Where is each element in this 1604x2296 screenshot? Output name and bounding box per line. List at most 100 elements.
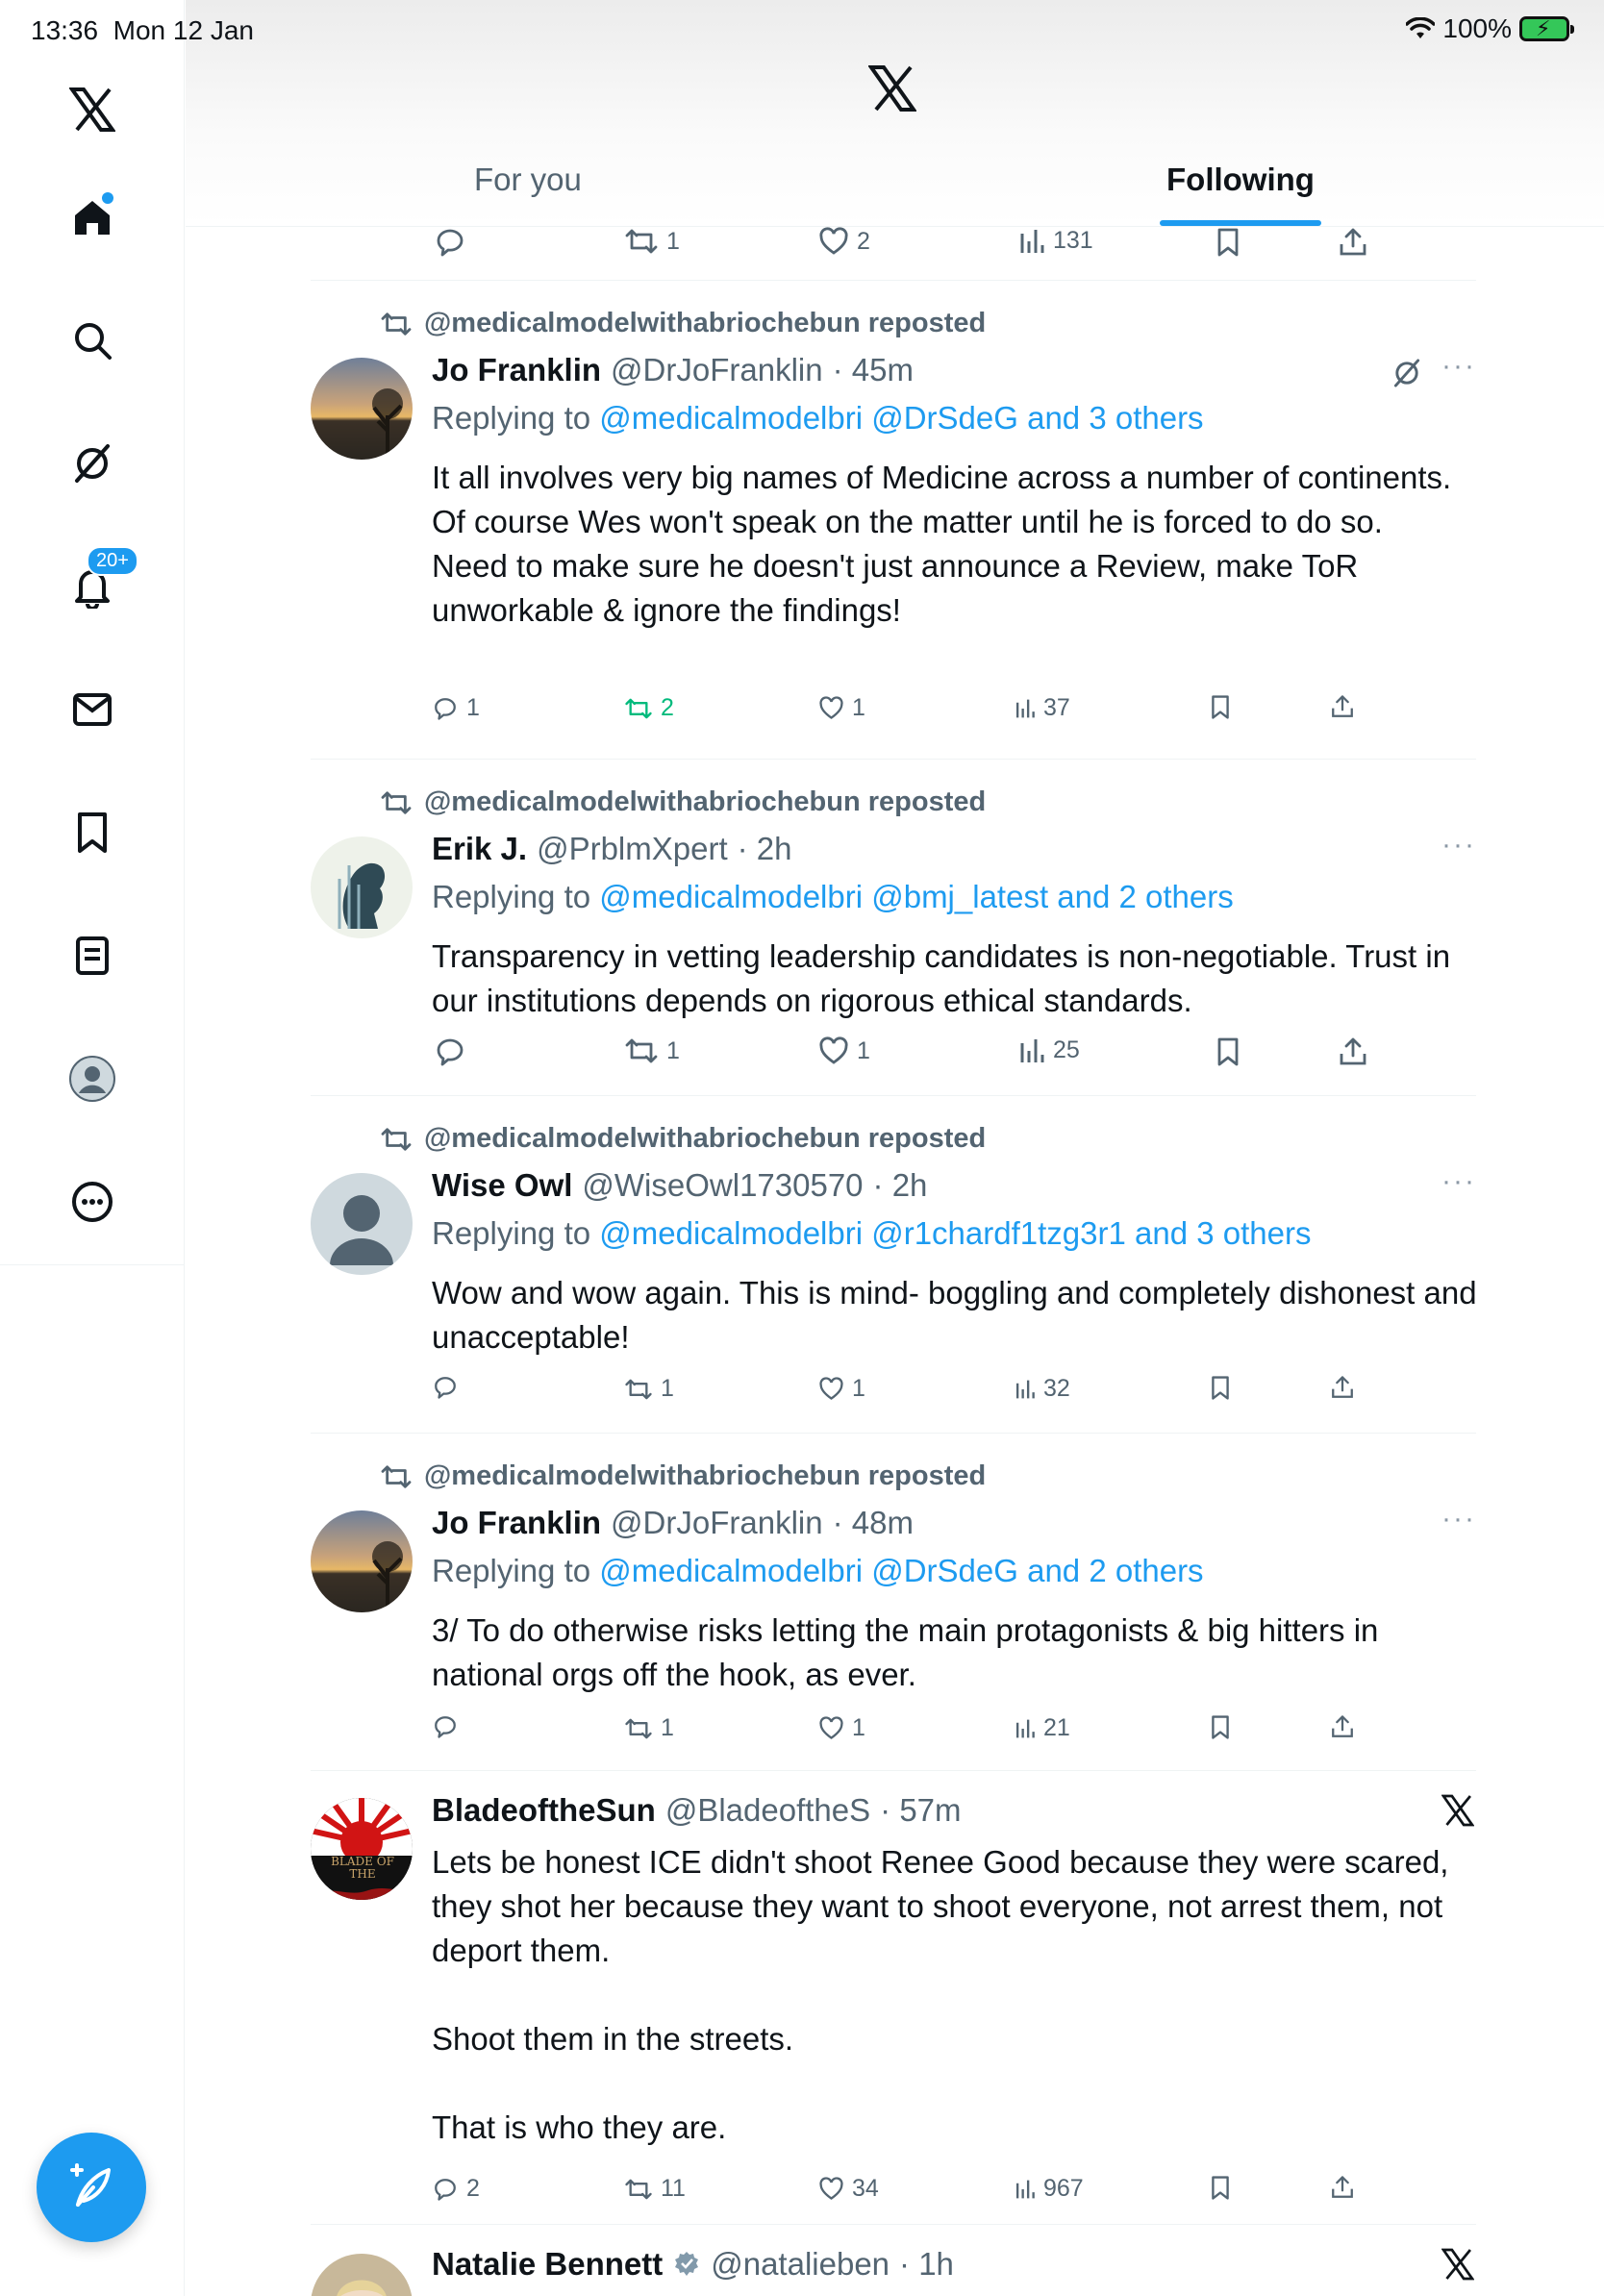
post-card[interactable]: @medicalmodelwithabriochebun reposted Wi… — [311, 1096, 1477, 1434]
post-time[interactable]: · 1h — [899, 2246, 954, 2283]
compose-button[interactable] — [37, 2133, 146, 2242]
post-time[interactable]: · 48m — [833, 1505, 914, 1541]
post-card[interactable]: @medicalmodelwithabriochebun reposted Er… — [311, 760, 1476, 1096]
repost-button[interactable]: 11 — [624, 2175, 686, 2203]
avatar[interactable] — [311, 836, 413, 938]
avatar[interactable] — [311, 2254, 413, 2296]
bookmark-button[interactable] — [1209, 1375, 1232, 1401]
post-actions: 1 1 25 — [311, 1036, 1476, 1075]
like-button[interactable]: 1 — [818, 1375, 865, 1403]
reply-button[interactable] — [432, 1375, 459, 1400]
avatar[interactable] — [311, 1510, 413, 1612]
reply-to-link[interactable]: @medicalmodelbri @bmj_latest and 2 other… — [599, 879, 1233, 914]
status-time: 13:36 Mon 12 Jan — [31, 15, 254, 45]
reply-to-link[interactable]: @medicalmodelbri @DrSdeG and 3 others — [599, 400, 1203, 436]
avatar[interactable] — [311, 1173, 413, 1275]
bookmark-icon — [1212, 1376, 1229, 1400]
author-name[interactable]: Jo Franklin — [432, 352, 601, 388]
post-time[interactable]: · 2h — [738, 831, 792, 867]
share-button[interactable] — [1338, 1036, 1368, 1067]
grok-icon[interactable] — [1391, 358, 1422, 393]
reply-button[interactable] — [434, 227, 466, 258]
profile-icon[interactable] — [58, 1044, 127, 1113]
reply-button[interactable] — [432, 1714, 459, 1739]
like-button[interactable]: 1 — [818, 1036, 870, 1065]
reply-button[interactable] — [434, 1036, 466, 1067]
tab-for-you[interactable]: For you — [474, 162, 582, 198]
share-button[interactable] — [1330, 2175, 1355, 2200]
reply-to-link[interactable]: @medicalmodelbri @DrSdeG and 2 others — [599, 1553, 1203, 1588]
search-icon[interactable] — [58, 306, 127, 375]
post-time[interactable]: · 57m — [880, 1792, 961, 1829]
reply-to-link[interactable]: @medicalmodelbri @r1chardf1tzg3r1 and 3 … — [599, 1215, 1311, 1251]
post-card[interactable]: BLADE OF THE BladeoftheSun @BladeoftheS … — [311, 1771, 1476, 2225]
bookmarks-icon[interactable] — [58, 798, 127, 867]
home-icon[interactable] — [58, 183, 127, 252]
views-button[interactable]: 32 — [1015, 1375, 1070, 1403]
avatar[interactable]: BLADE OF THE — [311, 1798, 413, 1900]
views-button[interactable]: 131 — [1018, 227, 1093, 255]
bookmark-button[interactable] — [1209, 1714, 1232, 1740]
repost-button[interactable]: 1 — [624, 1375, 674, 1403]
like-button[interactable]: 34 — [818, 2175, 879, 2203]
like-button[interactable]: 2 — [818, 227, 870, 256]
repost-button[interactable]: 2 — [624, 694, 674, 722]
reply-button[interactable]: 2 — [432, 2175, 480, 2203]
share-button[interactable] — [1330, 1714, 1355, 1739]
post-time[interactable]: · 45m — [833, 352, 914, 388]
messages-icon[interactable] — [58, 675, 127, 744]
more-options-icon[interactable]: ··· — [1441, 829, 1476, 861]
x-logo-icon[interactable] — [58, 75, 127, 144]
x-logo-icon[interactable] — [1441, 2248, 1475, 2285]
post-header: Jo Franklin @DrJoFranklin · 48m — [432, 1505, 914, 1541]
post-card[interactable]: @medicalmodelwithabriochebun reposted Jo… — [311, 281, 1476, 760]
reply-icon — [437, 1038, 464, 1066]
tab-following[interactable]: Following — [1166, 162, 1315, 198]
views-button[interactable]: 967 — [1015, 2175, 1084, 2203]
views-button[interactable]: 25 — [1018, 1036, 1080, 1064]
views-button[interactable]: 21 — [1015, 1714, 1070, 1742]
share-button[interactable] — [1330, 694, 1355, 719]
author-handle[interactable]: @WiseOwl1730570 — [582, 1167, 863, 1204]
bookmark-button[interactable] — [1209, 694, 1232, 720]
x-logo-icon[interactable] — [867, 65, 917, 116]
more-options-icon[interactable]: ··· — [1441, 1503, 1476, 1535]
post-text: Wow and wow again. This is mind- bogglin… — [432, 1275, 1486, 1355]
author-handle[interactable]: @DrJoFranklin — [611, 1505, 823, 1541]
author-handle[interactable]: @DrJoFranklin — [611, 352, 823, 388]
author-name[interactable]: BladeoftheSun — [432, 1792, 656, 1829]
repost-button[interactable]: 1 — [624, 1036, 680, 1065]
reply-button[interactable]: 1 — [432, 694, 480, 722]
post-card[interactable]: @medicalmodelwithabriochebun reposted Jo… — [311, 1434, 1476, 1771]
repost-button[interactable]: 1 — [624, 227, 680, 256]
more-options-icon[interactable]: ··· — [1441, 1165, 1476, 1198]
more-icon[interactable] — [58, 1167, 127, 1236]
notifications-badge: 20+ — [87, 546, 138, 576]
more-options-icon[interactable]: ··· — [1441, 350, 1476, 383]
views-button[interactable]: 37 — [1015, 694, 1070, 722]
author-name[interactable]: Erik J. — [432, 831, 527, 867]
author-handle[interactable]: @natalieben — [711, 2246, 890, 2283]
bookmark-button[interactable] — [1209, 2175, 1232, 2201]
lists-icon[interactable] — [58, 921, 127, 990]
share-icon — [1340, 228, 1366, 256]
share-button[interactable] — [1338, 227, 1368, 258]
bookmark-button[interactable] — [1215, 1036, 1241, 1067]
author-handle[interactable]: @BladeoftheS — [665, 1792, 870, 1829]
like-button[interactable]: 1 — [818, 1714, 865, 1742]
post-card[interactable]: Natalie Bennett @natalieben · 1h — [311, 2225, 1476, 2296]
share-button[interactable] — [1330, 1375, 1355, 1400]
heart-icon — [819, 1377, 843, 1400]
repost-button[interactable]: 1 — [624, 1714, 674, 1742]
post-time[interactable]: · 2h — [873, 1167, 928, 1204]
avatar[interactable] — [311, 358, 413, 460]
author-name[interactable]: Jo Franklin — [432, 1505, 601, 1541]
author-name[interactable]: Wise Owl — [432, 1167, 572, 1204]
notifications-icon[interactable]: 20+ — [58, 546, 138, 621]
x-logo-icon[interactable] — [1441, 1794, 1475, 1832]
like-button[interactable]: 1 — [818, 694, 865, 722]
grok-icon[interactable] — [58, 429, 127, 498]
author-name[interactable]: Natalie Bennett — [432, 2246, 663, 2283]
author-handle[interactable]: @PrblmXpert — [537, 831, 728, 867]
bookmark-button[interactable] — [1215, 227, 1241, 258]
